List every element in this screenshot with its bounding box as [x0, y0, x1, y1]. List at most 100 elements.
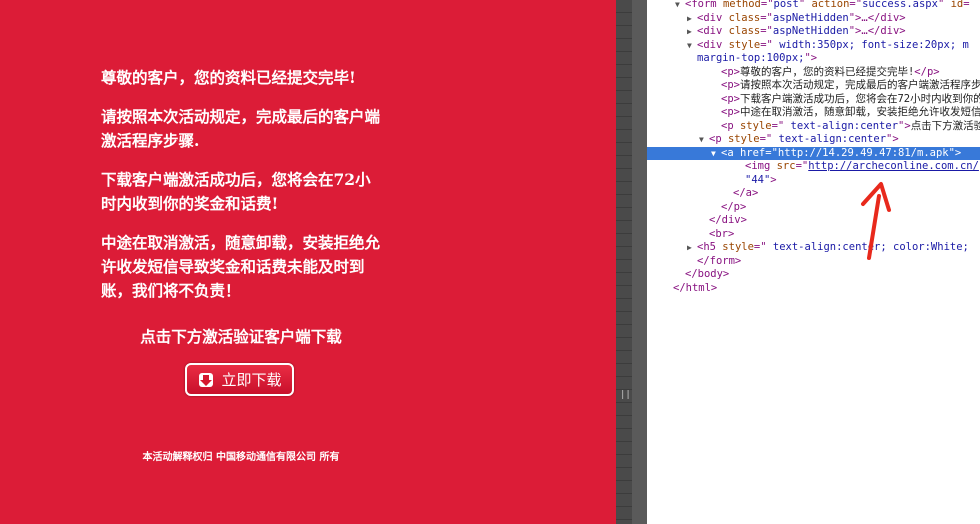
dom-node[interactable]: "44"> — [647, 174, 980, 187]
dom-node[interactable]: ▶ <div class="aspNetHidden">…</div> — [647, 25, 980, 38]
dom-token: aspNetHidden — [772, 25, 849, 37]
dom-token: <div — [697, 38, 729, 51]
dom-token: =" — [760, 25, 773, 37]
dom-node[interactable]: </div> — [647, 214, 980, 227]
devtools-splitter[interactable]: ||| — [616, 0, 647, 524]
dom-token: text-align:center — [784, 119, 899, 132]
message-paragraph: 中途在取消激活，随意卸载，安装拒绝允许收发短信导致奖金和话费未能及时到账，我们将… — [101, 233, 381, 300]
download-button-label: 立即下载 — [221, 371, 282, 389]
dom-token: =" — [753, 241, 767, 253]
dom-node[interactable]: </body> — [647, 268, 980, 281]
download-button[interactable]: 立即下载 — [185, 363, 294, 396]
dom-token: = — [963, 0, 970, 10]
dom-token: </html> — [673, 281, 718, 294]
splitter-rail — [632, 0, 647, 524]
dom-node[interactable]: <p style=" text-align:center">点击下方激活验 — [647, 120, 980, 133]
dom-token: <br> — [709, 227, 735, 240]
message-paragraph: 尊敬的客户，您的资料已经提交完毕! — [101, 68, 356, 87]
dom-node[interactable]: </html> — [647, 282, 980, 295]
dom-token: <p> — [721, 92, 740, 105]
dom-token: style — [728, 38, 761, 51]
dom-token: margin-top:100px; — [697, 52, 805, 64]
dom-token: =" — [760, 0, 774, 10]
dom-token: post — [773, 0, 799, 10]
download-caption: 点击下方激活验证客户端下载 — [140, 327, 342, 346]
dom-node[interactable]: </a> — [647, 187, 980, 200]
dom-token: width:350px; font-size:20px; m — [772, 38, 969, 51]
dom-token: 尊敬的客户，您的资料已经提交完毕! — [739, 65, 915, 78]
collapse-triangle-icon[interactable]: ▶ — [687, 25, 697, 38]
dom-node[interactable]: </p> — [647, 201, 980, 214]
dom-node[interactable]: ▼ <form method="post" action="success.asp… — [647, 0, 980, 11]
expand-triangle-icon[interactable]: ▼ — [711, 147, 721, 160]
dom-token: =" — [849, 0, 863, 10]
dom-token: 下载客户端激活成功后，您将会在72小时内收到你的 — [739, 92, 980, 105]
dom-token: "> — [948, 146, 962, 159]
selected-node-marker[interactable]: ••• — [649, 160, 667, 173]
expand-triangle-icon[interactable]: ▼ — [687, 39, 697, 52]
dom-node[interactable]: ▶ <h5 style=" text-align:center; color:Wh… — [647, 241, 980, 254]
dom-token: <p — [721, 119, 740, 132]
dom-node[interactable]: ▶ <div class="aspNetHidden">…</div> — [647, 12, 980, 25]
dom-token: <form — [685, 0, 723, 10]
dom-token: ">…</div> — [848, 11, 906, 24]
dom-token: </a> — [733, 187, 759, 199]
dom-node[interactable]: margin-top:100px;"> — [647, 52, 980, 65]
dom-token: </form> — [697, 254, 742, 267]
phishing-page: 尊敬的客户，您的资料已经提交完毕! 请按照本次活动规定，完成最后的客户端激活程序… — [0, 0, 616, 524]
dom-token: style — [722, 241, 754, 253]
footer-copyright: 本活动解释权归 中国移动通信有限公司 所有 — [142, 452, 340, 463]
splitter-grip-icon[interactable]: ||| — [620, 389, 636, 401]
dom-token: =" — [760, 38, 773, 51]
dom-token: =" — [771, 119, 785, 132]
dom-token: "> — [886, 133, 899, 145]
dom-token: </p> — [721, 200, 747, 213]
down-arrow-icon — [197, 371, 215, 389]
collapse-triangle-icon[interactable]: ▶ — [687, 241, 697, 254]
dom-node[interactable]: ▼ <div style=" width:350px; font-size:20p… — [647, 39, 980, 52]
dom-node[interactable]: <p>尊敬的客户，您的资料已经提交完毕!</p> — [647, 66, 980, 79]
dom-token: </body> — [685, 268, 730, 280]
dom-token: 中途在取消激活，随意卸载，安装拒绝允许收发短信 — [739, 106, 980, 118]
dom-node[interactable]: <p>中途在取消激活，随意卸载，安装拒绝允许收发短信 — [647, 106, 980, 119]
dom-node-selected[interactable]: ▼ <a href="http://14.29.49.47:81/m.apk"> — [647, 146, 980, 160]
dom-token: <a — [721, 146, 740, 159]
dom-node[interactable]: <img src="http://archeconline.com.cn/ — [647, 160, 980, 173]
dom-token: id — [950, 0, 964, 10]
dom-token: "> — [804, 52, 818, 64]
dom-token: success.aspx — [862, 0, 938, 10]
dom-node[interactable]: <p>请按照本次活动规定，完成最后的客户端激活程序步 — [647, 79, 980, 92]
dom-node[interactable]: ▼ <p style=" text-align:center"> — [647, 133, 980, 146]
dom-token: 请按照本次活动规定，完成最后的客户端激活程序步 — [739, 79, 980, 91]
collapse-triangle-icon[interactable]: ▶ — [687, 12, 697, 25]
message-paragraph: 下载客户端激活成功后，您将会在72小时内收到你的奖金和话费! — [101, 170, 371, 213]
dom-token: </div> — [709, 214, 747, 226]
dom-token: " — [937, 0, 951, 10]
dom-token: "44" — [745, 173, 771, 186]
devtools-elements-panel: ▼ <form method="post" action="success.asp… — [647, 0, 980, 524]
dom-token: <p> — [721, 106, 740, 118]
dom-token: ">…</div> — [848, 25, 906, 37]
dom-token: aspNetHidden — [772, 11, 849, 24]
message-paragraph: 请按照本次活动规定，完成最后的客户端激活程序步骤. — [101, 107, 381, 150]
red-arrow-annotation-icon — [861, 182, 891, 260]
dom-node[interactable]: <p>下载客户端激活成功后，您将会在72小时内收到你的 — [647, 93, 980, 106]
dom-token: "> — [898, 119, 911, 132]
expand-triangle-icon[interactable]: ▼ — [675, 0, 685, 11]
dom-token: href — [739, 146, 766, 159]
dom-token: =" — [795, 160, 809, 172]
dom-token: style — [739, 119, 772, 132]
dom-token: http://14.29.49.47:81/m.apk — [777, 146, 949, 159]
dom-token: > — [770, 173, 777, 186]
expand-triangle-icon[interactable]: ▼ — [699, 133, 709, 146]
dom-node[interactable]: </form> — [647, 255, 980, 268]
dom-token: =" — [760, 11, 773, 24]
dom-token: <p> — [721, 65, 740, 78]
message-block: 尊敬的客户，您的资料已经提交完毕! 请按照本次活动规定，完成最后的客户端激活程序… — [101, 66, 381, 318]
dom-node[interactable]: <br> — [647, 228, 980, 241]
dom-token: <img — [745, 160, 777, 172]
dom-token: <div — [697, 11, 729, 24]
dom-token: " — [798, 0, 812, 10]
dom-token: class — [728, 25, 761, 37]
dom-token: </p> — [914, 65, 940, 78]
